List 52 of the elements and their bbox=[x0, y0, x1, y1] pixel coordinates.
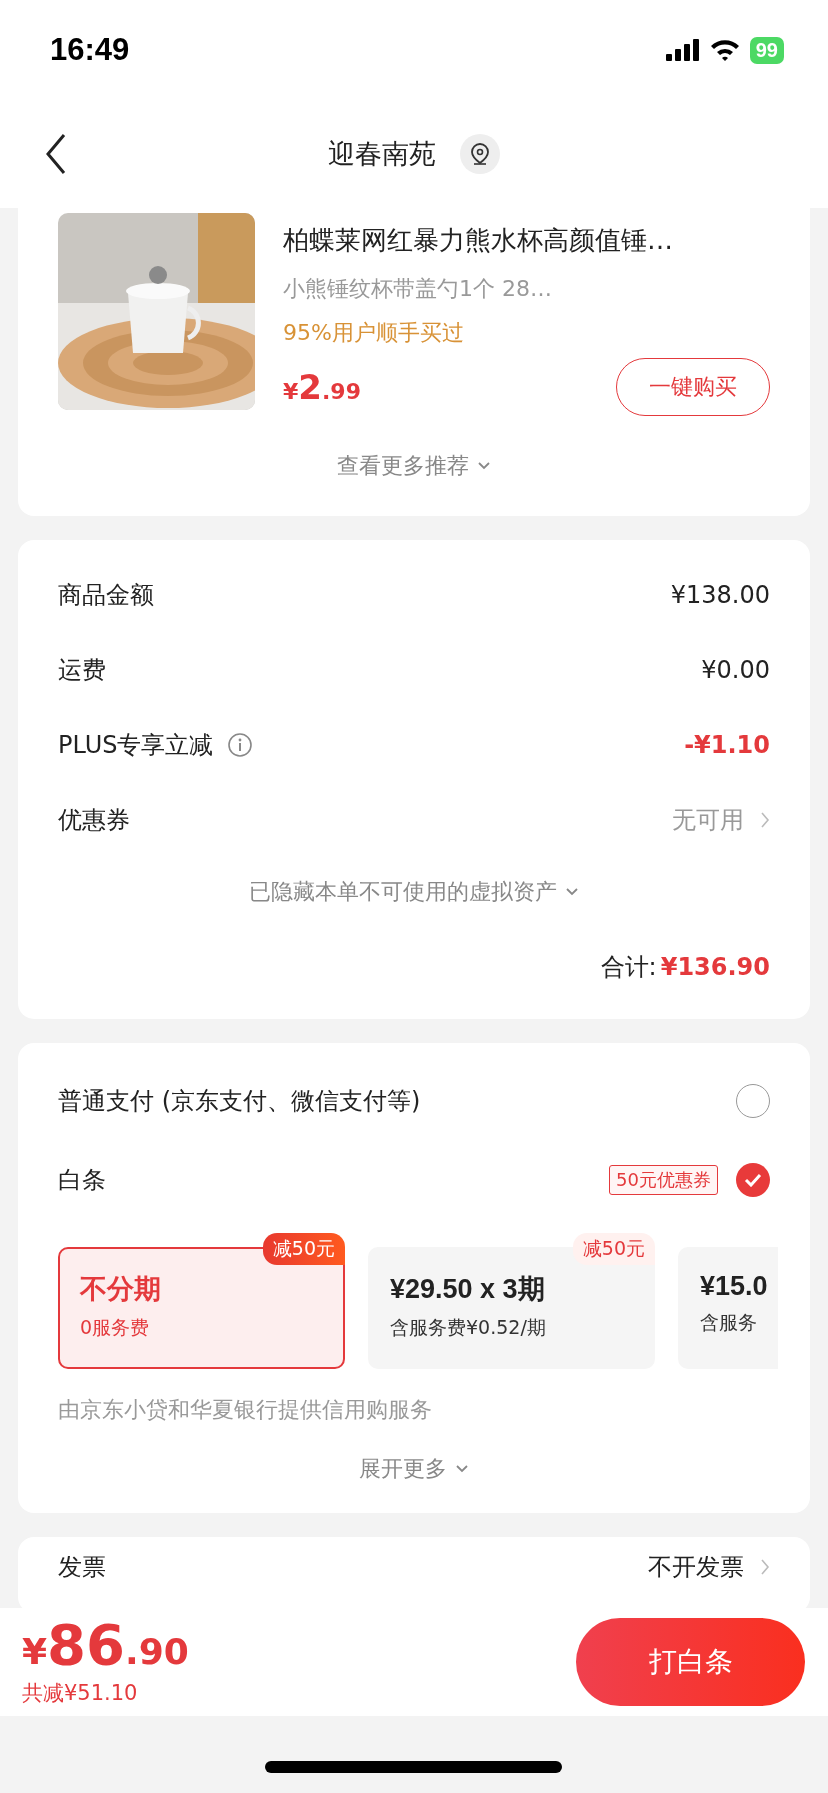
invoice-value[interactable]: 不开发票 bbox=[648, 1551, 744, 1583]
coupon-tag: 50元优惠券 bbox=[609, 1165, 718, 1195]
discount-badge: 减50元 bbox=[572, 1233, 655, 1265]
chevron-down-icon bbox=[477, 461, 491, 471]
product-price: ¥2.99 bbox=[283, 367, 361, 407]
installment-fee: 含服务费¥0.52/期 bbox=[390, 1315, 547, 1340]
installment-option[interactable]: ¥15.0 含服务 bbox=[678, 1247, 778, 1369]
check-icon bbox=[744, 1173, 762, 1187]
buy-now-button[interactable]: 一键购买 bbox=[616, 358, 770, 416]
provider-note: 由京东小贷和华夏银行提供信用购服务 bbox=[58, 1396, 433, 1424]
status-time: 16:49 bbox=[50, 32, 130, 68]
installment-title: 不分期 bbox=[80, 1273, 162, 1306]
back-icon[interactable] bbox=[44, 132, 68, 176]
info-icon[interactable] bbox=[227, 731, 254, 758]
product-subtitle: 小熊锤纹杯带盖勺1个 28… bbox=[283, 275, 553, 303]
installment-fee: 含服务 bbox=[700, 1310, 758, 1335]
product-title: 柏蝶莱网红暴力熊水杯高颜值锤… bbox=[283, 224, 674, 257]
payment-option[interactable]: 普通支付 (京东支付、微信支付等) bbox=[58, 1085, 421, 1117]
installment-title: ¥29.50 x 3期 bbox=[390, 1273, 546, 1306]
installment-fee: 0服务费 bbox=[80, 1315, 151, 1340]
payment-option[interactable]: 白条 bbox=[58, 1164, 106, 1196]
summary-label: PLUS专享立减 bbox=[58, 729, 214, 761]
discount-badge: 减50元 bbox=[262, 1233, 345, 1265]
total-label: 合计: bbox=[600, 952, 657, 983]
wifi-icon bbox=[709, 39, 740, 61]
nav-title: 迎春南苑 bbox=[328, 137, 436, 171]
radio-button[interactable] bbox=[736, 1084, 770, 1118]
summary-value: -¥1.10 bbox=[684, 730, 770, 759]
saved-amount: 共减¥51.10 bbox=[22, 1680, 139, 1707]
checked-radio[interactable] bbox=[736, 1163, 770, 1197]
location-button[interactable] bbox=[460, 134, 500, 174]
summary-value: ¥138.00 bbox=[670, 580, 770, 609]
expand-more-button[interactable]: 展开更多 bbox=[359, 1454, 469, 1484]
more-recommendations-button[interactable]: 查看更多推荐 bbox=[337, 451, 491, 481]
summary-value: ¥0.00 bbox=[701, 655, 770, 684]
summary-label: 优惠券 bbox=[58, 804, 130, 836]
summary-label: 运费 bbox=[58, 654, 106, 686]
chevron-down-icon bbox=[565, 887, 579, 897]
installment-title: ¥15.0 bbox=[700, 1271, 769, 1302]
pay-amount: ¥86.90 bbox=[22, 1617, 189, 1673]
summary-label: 商品金额 bbox=[58, 579, 154, 611]
hidden-assets-toggle[interactable]: 已隐藏本单不可使用的虚拟资产 bbox=[249, 877, 579, 907]
chevron-down-icon bbox=[455, 1464, 469, 1474]
summary-value[interactable]: 无可用 bbox=[672, 803, 744, 836]
purchase-note: 95%用户顺手买过 bbox=[283, 319, 465, 347]
chevron-right-icon bbox=[760, 1557, 770, 1577]
pay-button[interactable]: 打白条 bbox=[576, 1618, 805, 1706]
location-pin-icon bbox=[469, 142, 491, 166]
battery-level: 99 bbox=[749, 36, 784, 64]
signal-icon bbox=[665, 39, 700, 61]
total-value: ¥136.90 bbox=[660, 953, 770, 981]
invoice-label: 发票 bbox=[58, 1552, 106, 1583]
